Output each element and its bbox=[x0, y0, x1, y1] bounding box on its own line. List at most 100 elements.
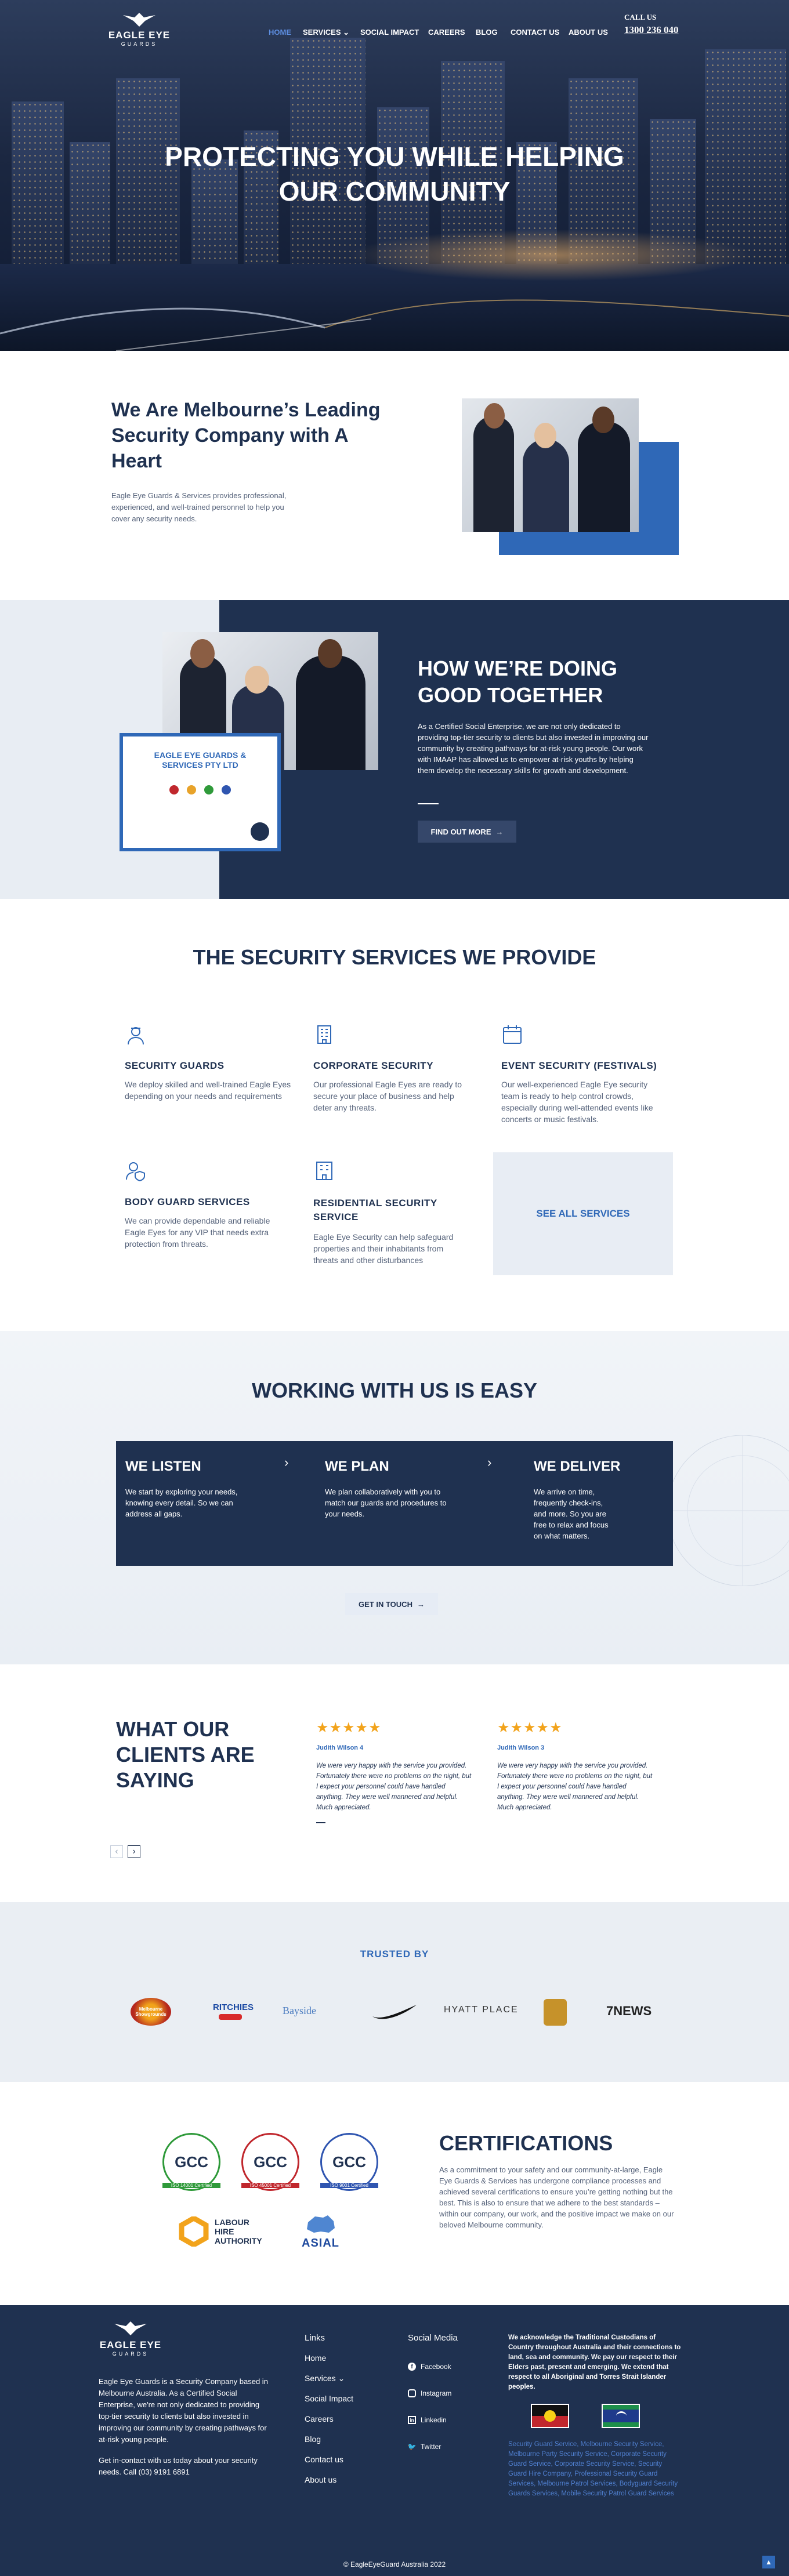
social-facebook[interactable]: f Facebook bbox=[408, 2353, 458, 2380]
rating-stars: ★★★★★ bbox=[316, 1720, 382, 1736]
good-body: As a Certified Social Enterprise, we are… bbox=[418, 722, 649, 775]
badge-mark: GCC bbox=[241, 2133, 299, 2191]
footer-logo[interactable]: EAGLE EYE GUARDS bbox=[99, 2319, 162, 2357]
service-body: Eagle Eye Security can help safeguard pr… bbox=[313, 1232, 454, 1265]
services-section: THE SECURITY SERVICES WE PROVIDE SECURIT… bbox=[0, 899, 789, 1331]
twitter-icon: 🐦 bbox=[407, 2443, 417, 2451]
labour-hire-authority-logo: LABOUR HIRE AUTHORITY bbox=[179, 2216, 262, 2247]
about-section: We Are Melbourne’s Leading Security Comp… bbox=[0, 351, 789, 600]
certificate-frame: EAGLE EYE GUARDS & SERVICES PTY LTD bbox=[120, 733, 281, 851]
back-to-top-button[interactable]: ▲ bbox=[762, 2556, 775, 2568]
nav-blog[interactable]: BLOG bbox=[476, 28, 511, 37]
arrow-right-icon: → bbox=[495, 827, 504, 836]
chevron-right-icon: › bbox=[284, 1455, 289, 1470]
chevron-right-icon: › bbox=[487, 1455, 492, 1470]
social-impact-section: EAGLE EYE GUARDS & SERVICES PTY LTD HOW … bbox=[0, 600, 789, 899]
step-body: We plan collaboratively with you to matc… bbox=[325, 1487, 447, 1518]
badge-caption: ISO 14001 Certified bbox=[162, 2183, 220, 2188]
eagle-icon bbox=[114, 2321, 147, 2335]
badge-caption: ISO 9001 Certified bbox=[320, 2183, 378, 2188]
social-label: Facebook bbox=[421, 2363, 451, 2371]
nav-services[interactable]: SERVICES ⌄ bbox=[303, 28, 360, 37]
service-title: SECURITY GUARDS bbox=[125, 1060, 225, 1071]
social-twitter[interactable]: 🐦 Twitter bbox=[408, 2433, 458, 2460]
footer-about: Eagle Eye Guards is a Security Company b… bbox=[99, 2377, 268, 2444]
logo-crest bbox=[544, 1999, 567, 2026]
service-card[interactable]: RESIDENTIAL SECURITY SERVICE Eagle Eye S… bbox=[313, 1160, 482, 1266]
nav-social-impact[interactable]: SOCIAL IMPACT bbox=[360, 28, 428, 37]
team-photo bbox=[462, 398, 639, 532]
footer-link-services[interactable]: Services ⌄ bbox=[305, 2374, 353, 2394]
call-label: CALL US bbox=[624, 13, 657, 21]
social-linkedin[interactable]: in Linkedin bbox=[408, 2407, 458, 2433]
trusted-title: TRUSTED BY bbox=[360, 1949, 429, 1960]
footer-links: Links Home Services ⌄ Social Impact Care… bbox=[305, 2333, 353, 2495]
residence-icon bbox=[313, 1160, 482, 1185]
service-card[interactable]: SECURITY GUARDS We deploy skilled and we… bbox=[125, 1024, 293, 1102]
step-listen: WE LISTEN We start by exploring your nee… bbox=[116, 1441, 325, 1566]
service-body: We deploy skilled and well-trained Eagle… bbox=[125, 1080, 291, 1101]
step-title: WE DELIVER bbox=[534, 1458, 621, 1474]
service-card[interactable]: BODY GUARD SERVICES We can provide depen… bbox=[125, 1160, 293, 1250]
footer-link-home[interactable]: Home bbox=[305, 2353, 353, 2374]
logo-ritchies: RITCHIES bbox=[213, 2002, 254, 2012]
footer-link-contact-us[interactable]: Contact us bbox=[305, 2455, 353, 2475]
site-footer: EAGLE EYE GUARDS Eagle Eye Guards is a S… bbox=[0, 2305, 789, 2576]
labour-line2: HIRE bbox=[215, 2227, 234, 2236]
see-all-services-button[interactable]: SEE ALL SERVICES bbox=[493, 1152, 673, 1275]
australia-map-icon bbox=[306, 2215, 335, 2233]
service-body: Our well-experienced Eagle Eye security … bbox=[501, 1080, 653, 1124]
arrow-right-icon: → bbox=[417, 1599, 425, 1609]
call-us[interactable]: CALL US 1300 236 040 bbox=[624, 13, 679, 36]
globe-graphic bbox=[667, 1435, 789, 1586]
certifications-section: GCC ISO 14001 Certified GCC ISO 45001 Ce… bbox=[0, 2082, 789, 2305]
service-title: EVENT SECURITY (FESTIVALS) bbox=[501, 1060, 657, 1071]
carousel-prev-button[interactable]: ‹ bbox=[110, 1845, 123, 1858]
social-label: Linkedin bbox=[421, 2416, 447, 2424]
services-title: THE SECURITY SERVICES WE PROVIDE bbox=[193, 945, 596, 969]
client-logos: Melbourne Showgrounds RITCHIES Bayside H… bbox=[131, 1998, 664, 2027]
nav-contact-us[interactable]: CONTACT US bbox=[511, 28, 569, 37]
about-title: We Are Melbourne’s Leading Security Comp… bbox=[111, 399, 381, 472]
site-logo[interactable]: EAGLE EYE GUARDS bbox=[107, 10, 171, 47]
service-card[interactable]: CORPORATE SECURITY Our professional Eagl… bbox=[313, 1024, 482, 1113]
social-instagram[interactable]: Instagram bbox=[408, 2380, 458, 2407]
divider bbox=[418, 803, 439, 804]
get-in-touch-button[interactable]: GET IN TOUCH → bbox=[345, 1593, 438, 1615]
footer-logo-line1: EAGLE EYE bbox=[99, 2339, 162, 2350]
badge-caption: ISO 45001 Certified bbox=[241, 2183, 299, 2188]
nav-about-us[interactable]: ABOUT US bbox=[569, 28, 615, 37]
process-title: WORKING WITH US IS EASY bbox=[251, 1378, 537, 1402]
logo-line2: GUARDS bbox=[121, 41, 158, 47]
find-out-more-label: FIND OUT MORE bbox=[430, 827, 491, 836]
footer-link-careers[interactable]: Careers bbox=[305, 2414, 353, 2434]
testimonial-divider bbox=[316, 1822, 325, 1823]
footer-link-about-us[interactable]: About us bbox=[305, 2475, 353, 2495]
linkedin-icon: in bbox=[408, 2416, 416, 2424]
copyright: © EagleEyeGuard Australia 2022 bbox=[343, 2560, 446, 2568]
bridge-lights bbox=[0, 299, 789, 351]
footer-link-blog[interactable]: Blog bbox=[305, 2434, 353, 2455]
phone-number[interactable]: 1300 236 040 bbox=[624, 24, 679, 36]
testimonial-author: Judith Wilson 3 bbox=[497, 1744, 545, 1751]
hero-title: PROTECTING YOU WHILE HELPING OUR COMMUNI… bbox=[165, 142, 624, 206]
footer-social: Social Media f Facebook Instagram in Lin… bbox=[408, 2333, 458, 2460]
hero-section: EAGLE EYE GUARDS HOME SERVICES ⌄ SOCIAL … bbox=[0, 0, 789, 351]
good-title: HOW WE’RE DOING GOOD TOGETHER bbox=[418, 656, 617, 707]
service-card[interactable]: EVENT SECURITY (FESTIVALS) Our well-expe… bbox=[501, 1024, 675, 1125]
asial-label: ASIAL bbox=[302, 2237, 339, 2250]
carousel-next-button[interactable]: › bbox=[128, 1845, 140, 1858]
testimonials-title: WHAT OUR CLIENTS ARE SAYING bbox=[116, 1717, 255, 1792]
find-out-more-button[interactable]: FIND OUT MORE → bbox=[418, 821, 516, 843]
iso-9001-badge: GCC ISO 9001 Certified bbox=[320, 2133, 378, 2197]
testimonial-body: We were very happy with the service you … bbox=[316, 1762, 472, 1811]
facebook-icon: f bbox=[408, 2363, 416, 2371]
nav-careers[interactable]: CAREERS bbox=[428, 28, 476, 37]
iso-badges: GCC ISO 14001 Certified GCC ISO 45001 Ce… bbox=[162, 2133, 378, 2197]
logo-line1: EAGLE EYE bbox=[108, 30, 171, 41]
footer-link-social-impact[interactable]: Social Impact bbox=[305, 2394, 353, 2414]
service-title: RESIDENTIAL SECURITY SERVICE bbox=[313, 1198, 437, 1222]
seo-links[interactable]: Security Guard Service, Melbourne Securi… bbox=[508, 2440, 682, 2499]
nav-home[interactable]: HOME bbox=[269, 28, 303, 37]
torres-strait-flag bbox=[602, 2404, 640, 2428]
